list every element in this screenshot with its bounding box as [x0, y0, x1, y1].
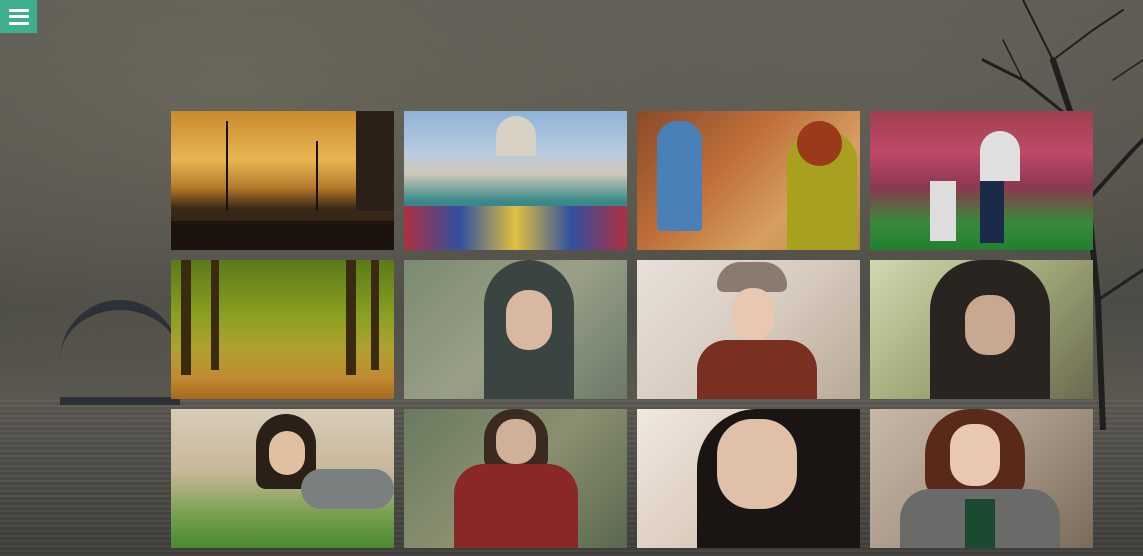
street-art-women-photo[interactable]	[637, 111, 860, 250]
hooded-woman-photo[interactable]	[404, 260, 627, 399]
woman-dark-hair-photo[interactable]	[870, 260, 1093, 399]
sunset-pier-photo[interactable]	[171, 111, 394, 250]
menu-button[interactable]	[0, 0, 37, 33]
woman-grey-cardigan-photo[interactable]	[870, 409, 1093, 548]
woman-in-grass-photo[interactable]	[171, 409, 394, 548]
woman-red-coat-photo[interactable]	[404, 409, 627, 548]
photo-gallery	[171, 111, 1093, 548]
woman-in-hat-photo[interactable]	[637, 260, 860, 399]
city-bridge-crowd-photo[interactable]	[404, 111, 627, 250]
graffiti-market-photo[interactable]	[870, 111, 1093, 250]
woman-close-up-photo[interactable]	[637, 409, 860, 548]
hamburger-menu-icon	[8, 8, 29, 25]
tree-avenue-photo[interactable]	[171, 260, 394, 399]
